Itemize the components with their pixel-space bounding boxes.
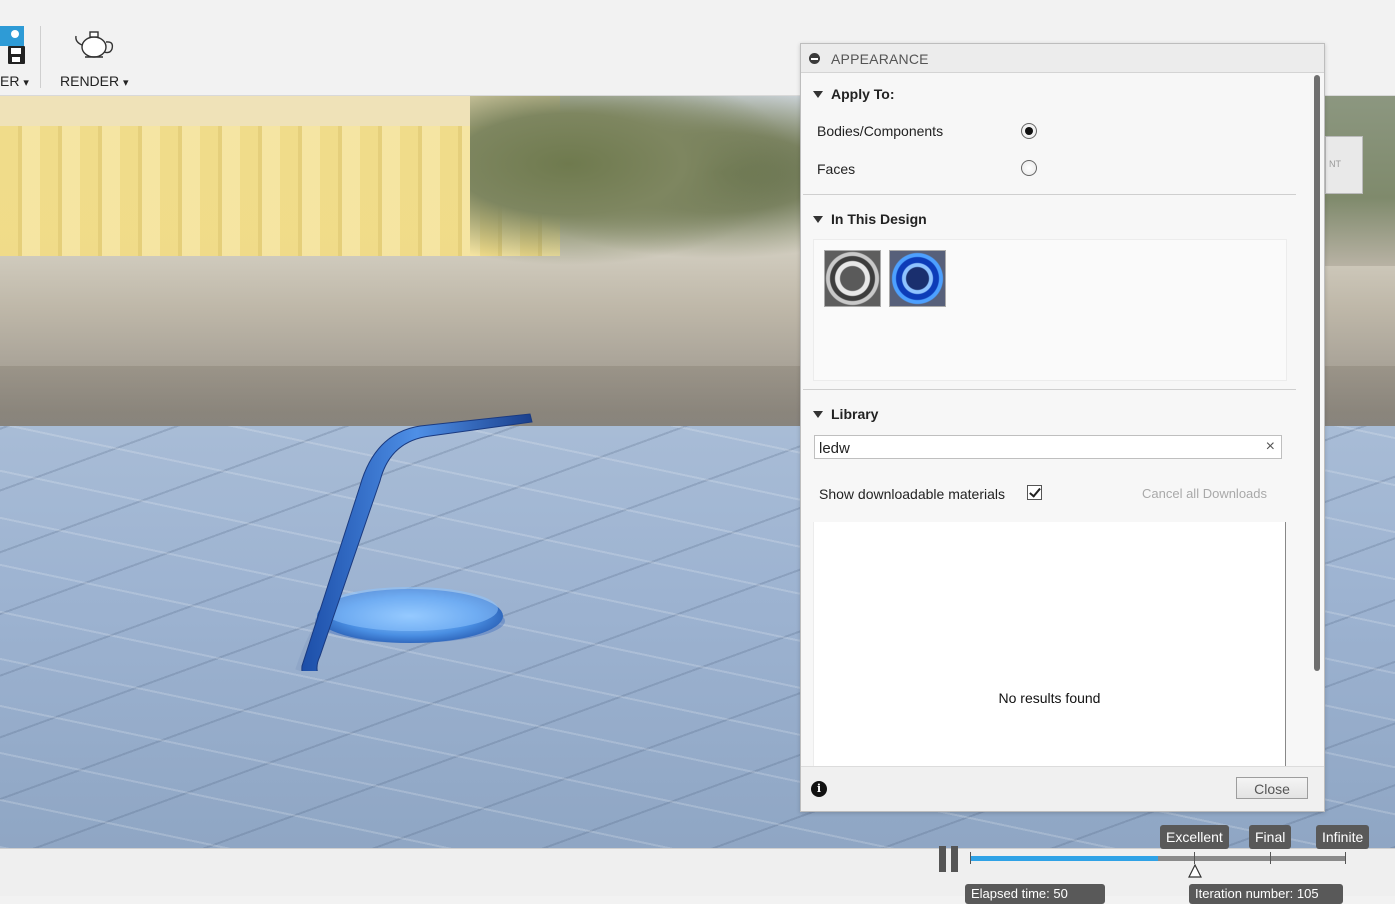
library-results-list[interactable]: No results found [813,522,1286,772]
show-downloadable-label: Show downloadable materials [819,486,1005,502]
library-heading: Library [831,406,879,422]
faces-label: Faces [817,161,856,177]
bodies-components-radio[interactable] [1021,123,1037,139]
render-tool[interactable] [73,28,117,62]
clear-search-icon[interactable]: × [1266,438,1275,456]
toolbar-separator [40,26,41,88]
library-header[interactable]: Library [813,406,878,422]
chevron-down-icon: ▾ [123,77,129,89]
iteration-number-label: Iteration number: 105 [1189,884,1343,904]
quality-marker-icon[interactable] [1188,864,1202,878]
view-cube[interactable]: NT [1325,136,1363,194]
elapsed-time-label: Elapsed time: 50 [965,884,1105,904]
chevron-down-icon: ▾ [23,77,29,89]
faces-radio[interactable] [1021,160,1037,176]
progress-tick-final [1270,852,1271,864]
render-progress-fill [970,856,1158,861]
appearance-panel: APPEARANCE Apply To: Bodies/Components F… [800,43,1325,812]
progress-tick-excellent [1194,852,1195,864]
quality-infinite-label[interactable]: Infinite [1316,825,1370,849]
triangle-down-icon [813,216,823,223]
apply-to-header[interactable]: Apply To: [813,86,895,102]
collapse-icon[interactable] [809,53,820,64]
info-icon[interactable]: i [811,781,827,797]
panel-footer: i Close [801,766,1324,811]
background-trees [470,96,800,266]
close-button[interactable]: Close [1236,777,1308,799]
library-search-input[interactable]: ledw × [814,435,1282,459]
in-this-design-heading: In This Design [831,211,927,227]
pause-button[interactable] [939,846,961,872]
cancel-all-downloads-link[interactable]: Cancel all Downloads [1142,486,1267,501]
partial-tool-text: ER [0,73,20,89]
lamp-model [295,413,533,671]
panel-title: APPEARANCE [831,51,929,67]
triangle-down-icon [813,411,823,418]
design-appearances-box [813,239,1287,381]
blue-glass-swatch[interactable] [889,250,946,307]
in-this-design-header[interactable]: In This Design [813,211,927,227]
progress-tick [970,852,971,864]
save-icon [0,26,25,64]
pause-icon-bar [951,846,958,872]
section-divider [803,389,1296,390]
quality-excellent-label[interactable]: Excellent [1160,825,1229,849]
apply-to-heading: Apply To: [831,86,895,102]
render-menu[interactable]: RENDER ▾ [60,73,129,89]
teapot-icon [75,31,114,58]
gray-metal-swatch[interactable] [824,250,881,307]
no-results-text: No results found [998,690,1101,706]
panel-header[interactable]: APPEARANCE [801,44,1324,73]
view-cube-label: NT [1329,159,1341,169]
triangle-down-icon [813,91,823,98]
section-divider [803,194,1296,195]
panel-scrollbar[interactable] [1314,75,1320,671]
partial-tool-label[interactable]: ER ▾ [0,73,29,89]
bodies-components-label: Bodies/Components [817,123,944,139]
quality-final-label[interactable]: Final [1249,825,1292,849]
render-label: RENDER [60,73,120,89]
search-value: ledw [819,440,850,457]
save-tool[interactable] [0,26,26,66]
pause-icon [939,846,946,872]
show-downloadable-checkbox[interactable] [1027,485,1042,500]
progress-tick-infinite [1345,852,1346,864]
